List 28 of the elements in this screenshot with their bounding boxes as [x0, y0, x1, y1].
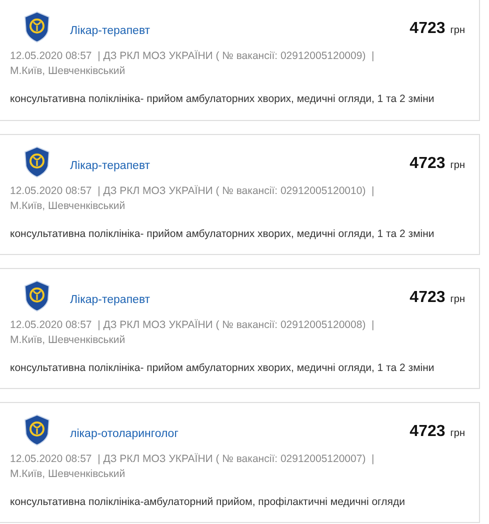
- vacancy-location: М.Київ, Шевченківський: [10, 333, 126, 348]
- salary-amount: 4723: [410, 155, 446, 173]
- currency-label: грн: [450, 428, 465, 439]
- currency-label: грн: [450, 25, 465, 36]
- vacancy-description: консультативна поліклініка- прийом амбулаторних хворих, медичні огляди, 1 та 2 зміни: [10, 228, 436, 240]
- shield-logo-icon: [24, 11, 50, 43]
- salary-amount: 4723: [410, 289, 446, 307]
- vacancy-location: М.Київ, Шевченківський: [10, 199, 126, 214]
- vacancy-location: М.Київ, Шевченківський: [10, 64, 126, 79]
- vacancy-description: консультативна поліклініка- прийом амбулаторних хворих, медичні огляди, 1 та 2 зміни: [10, 93, 436, 105]
- vacancy-location: М.Київ, Шевченківський: [10, 467, 126, 482]
- vacancy-description: консультативна поліклініка- прийом амбулаторних хворих, медичні огляди, 1 та 2 зміни: [10, 362, 436, 374]
- vacancy-title-link[interactable]: Лікар-терапевт: [70, 294, 150, 306]
- vacancy-title-link[interactable]: Лікар-терапевт: [70, 160, 150, 172]
- shield-logo-icon: [24, 414, 50, 446]
- vacancy-meta: 12.05.2020 08:57 | ДЗ РКЛ МОЗ УКРАЇНИ ( № вакансії: 02912005120010) |: [10, 184, 376, 199]
- currency-label: грн: [450, 294, 465, 305]
- vacancy-title-link[interactable]: Лікар-терапевт: [70, 25, 150, 37]
- shield-logo-icon: [24, 146, 50, 178]
- vacancy-description: консультативна поліклініка-амбулаторний прийом, профілактичні медичні огляди: [10, 496, 406, 508]
- currency-label: грн: [450, 160, 465, 171]
- shield-logo-icon: [24, 280, 50, 312]
- vacancy-meta: 12.05.2020 08:57 | ДЗ РКЛ МОЗ УКРАЇНИ ( № вакансії: 02912005120007) |: [10, 452, 376, 467]
- vacancy-meta: 12.05.2020 08:57 | ДЗ РКЛ МОЗ УКРАЇНИ ( № вакансії: 02912005120008) |: [10, 318, 376, 333]
- vacancy-title-link[interactable]: лікар-отоларинголог: [70, 428, 178, 440]
- salary-amount: 4723: [410, 20, 446, 38]
- vacancy-meta: 12.05.2020 08:57 | ДЗ РКЛ МОЗ УКРАЇНИ ( № вакансії: 02912005120009) |: [10, 49, 376, 64]
- salary-amount: 4723: [410, 423, 446, 441]
